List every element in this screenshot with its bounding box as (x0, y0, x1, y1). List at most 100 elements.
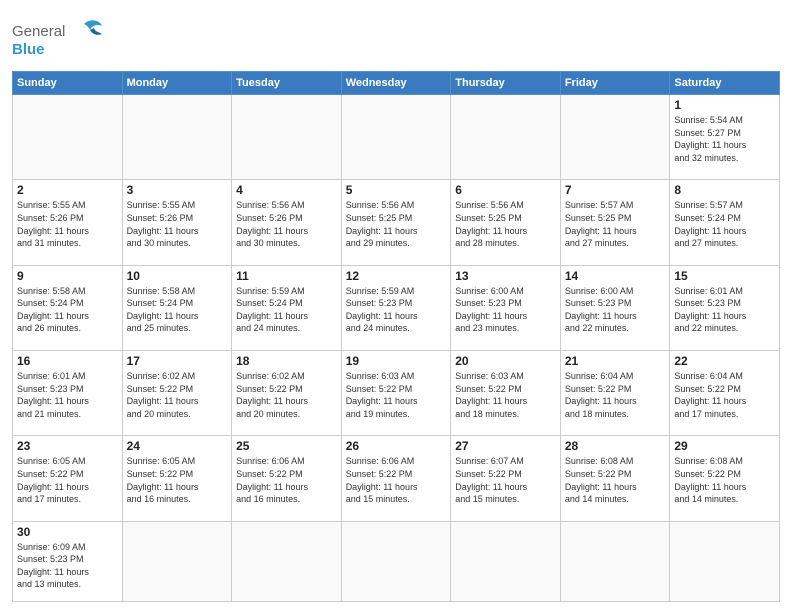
week-row-6: 30Sunrise: 6:09 AM Sunset: 5:23 PM Dayli… (13, 521, 780, 601)
calendar-cell: 30Sunrise: 6:09 AM Sunset: 5:23 PM Dayli… (13, 521, 123, 601)
calendar-cell (232, 521, 342, 601)
day-number: 1 (674, 98, 775, 112)
calendar-cell (560, 95, 670, 180)
day-info: Sunrise: 5:56 AM Sunset: 5:26 PM Dayligh… (236, 199, 337, 249)
day-info: Sunrise: 6:03 AM Sunset: 5:22 PM Dayligh… (455, 370, 556, 420)
day-number: 4 (236, 183, 337, 197)
day-info: Sunrise: 6:01 AM Sunset: 5:23 PM Dayligh… (674, 285, 775, 335)
day-info: Sunrise: 6:09 AM Sunset: 5:23 PM Dayligh… (17, 541, 118, 591)
day-number: 16 (17, 354, 118, 368)
day-number: 14 (565, 269, 666, 283)
day-number: 26 (346, 439, 447, 453)
header: General Blue (12, 10, 780, 65)
weekday-header-sunday: Sunday (13, 72, 123, 95)
day-info: Sunrise: 6:00 AM Sunset: 5:23 PM Dayligh… (565, 285, 666, 335)
day-info: Sunrise: 6:06 AM Sunset: 5:22 PM Dayligh… (236, 455, 337, 505)
calendar-cell: 7Sunrise: 5:57 AM Sunset: 5:25 PM Daylig… (560, 180, 670, 265)
calendar-cell (13, 95, 123, 180)
day-info: Sunrise: 6:04 AM Sunset: 5:22 PM Dayligh… (674, 370, 775, 420)
calendar-cell: 23 Sunrise: 6:05 AM Sunset: 5:22 PM Dayli… (13, 436, 123, 521)
calendar-cell: 19 Sunrise: 6:03 AM Sunset: 5:22 PM Dayli… (341, 350, 451, 435)
calendar-cell: 4 Sunrise: 5:56 AM Sunset: 5:26 PM Daylig… (232, 180, 342, 265)
calendar-cell: 12 Sunrise: 5:59 AM Sunset: 5:23 PM Dayli… (341, 265, 451, 350)
calendar-cell: 21 Sunrise: 6:04 AM Sunset: 5:22 PM Dayli… (560, 350, 670, 435)
calendar-cell: 1 Sunrise: 5:54 AM Sunset: 5:27 PM Daylig… (670, 95, 780, 180)
day-info: Sunrise: 5:56 AM Sunset: 5:25 PM Dayligh… (455, 199, 556, 249)
day-number: 6 (455, 183, 556, 197)
svg-text:General: General (12, 23, 65, 40)
calendar-cell: 9Sunrise: 5:58 AM Sunset: 5:24 PM Daylig… (13, 265, 123, 350)
weekday-header-tuesday: Tuesday (232, 72, 342, 95)
day-info: Sunrise: 5:58 AM Sunset: 5:24 PM Dayligh… (17, 285, 118, 335)
day-number: 10 (127, 269, 228, 283)
calendar-cell (451, 95, 561, 180)
day-number: 5 (346, 183, 447, 197)
day-info: Sunrise: 6:07 AM Sunset: 5:22 PM Dayligh… (455, 455, 556, 505)
day-info: Sunrise: 6:06 AM Sunset: 5:22 PM Dayligh… (346, 455, 447, 505)
weekday-header-friday: Friday (560, 72, 670, 95)
day-number: 21 (565, 354, 666, 368)
weekday-header-row: SundayMondayTuesdayWednesdayThursdayFrid… (13, 72, 780, 95)
weekday-header-wednesday: Wednesday (341, 72, 451, 95)
day-number: 23 (17, 439, 118, 453)
week-row-1: 1 Sunrise: 5:54 AM Sunset: 5:27 PM Daylig… (13, 95, 780, 180)
day-info: Sunrise: 6:00 AM Sunset: 5:23 PM Dayligh… (455, 285, 556, 335)
day-info: Sunrise: 6:08 AM Sunset: 5:22 PM Dayligh… (565, 455, 666, 505)
day-info: Sunrise: 6:03 AM Sunset: 5:22 PM Dayligh… (346, 370, 447, 420)
calendar-cell (122, 521, 232, 601)
day-info: Sunrise: 6:02 AM Sunset: 5:22 PM Dayligh… (127, 370, 228, 420)
calendar-cell: 13 Sunrise: 6:00 AM Sunset: 5:23 PM Dayli… (451, 265, 561, 350)
day-number: 3 (127, 183, 228, 197)
calendar-table: SundayMondayTuesdayWednesdayThursdayFrid… (12, 71, 780, 602)
day-number: 29 (674, 439, 775, 453)
day-number: 22 (674, 354, 775, 368)
day-info: Sunrise: 6:05 AM Sunset: 5:22 PM Dayligh… (127, 455, 228, 505)
calendar-cell: 3 Sunrise: 5:55 AM Sunset: 5:26 PM Daylig… (122, 180, 232, 265)
day-number: 24 (127, 439, 228, 453)
day-info: Sunrise: 5:58 AM Sunset: 5:24 PM Dayligh… (127, 285, 228, 335)
day-info: Sunrise: 5:56 AM Sunset: 5:25 PM Dayligh… (346, 199, 447, 249)
calendar-cell: 22 Sunrise: 6:04 AM Sunset: 5:22 PM Dayli… (670, 350, 780, 435)
weekday-header-saturday: Saturday (670, 72, 780, 95)
calendar-cell: 26 Sunrise: 6:06 AM Sunset: 5:22 PM Dayli… (341, 436, 451, 521)
calendar-cell: 24 Sunrise: 6:05 AM Sunset: 5:22 PM Dayli… (122, 436, 232, 521)
day-number: 13 (455, 269, 556, 283)
day-info: Sunrise: 6:08 AM Sunset: 5:22 PM Dayligh… (674, 455, 775, 505)
day-info: Sunrise: 5:55 AM Sunset: 5:26 PM Dayligh… (127, 199, 228, 249)
day-info: Sunrise: 6:04 AM Sunset: 5:22 PM Dayligh… (565, 370, 666, 420)
calendar-cell: 17Sunrise: 6:02 AM Sunset: 5:22 PM Dayli… (122, 350, 232, 435)
day-number: 12 (346, 269, 447, 283)
day-info: Sunrise: 5:59 AM Sunset: 5:23 PM Dayligh… (346, 285, 447, 335)
calendar-cell: 2Sunrise: 5:55 AM Sunset: 5:26 PM Daylig… (13, 180, 123, 265)
day-number: 11 (236, 269, 337, 283)
calendar-cell: 5 Sunrise: 5:56 AM Sunset: 5:25 PM Daylig… (341, 180, 451, 265)
weekday-header-thursday: Thursday (451, 72, 561, 95)
week-row-4: 16Sunrise: 6:01 AM Sunset: 5:23 PM Dayli… (13, 350, 780, 435)
day-info: Sunrise: 5:59 AM Sunset: 5:24 PM Dayligh… (236, 285, 337, 335)
day-number: 15 (674, 269, 775, 283)
calendar-cell: 18Sunrise: 6:02 AM Sunset: 5:22 PM Dayli… (232, 350, 342, 435)
calendar-cell: 29 Sunrise: 6:08 AM Sunset: 5:22 PM Dayli… (670, 436, 780, 521)
calendar-cell (122, 95, 232, 180)
calendar-cell (232, 95, 342, 180)
calendar-cell: 27 Sunrise: 6:07 AM Sunset: 5:22 PM Dayli… (451, 436, 561, 521)
day-number: 27 (455, 439, 556, 453)
day-number: 28 (565, 439, 666, 453)
calendar-cell: 11 Sunrise: 5:59 AM Sunset: 5:24 PM Dayli… (232, 265, 342, 350)
calendar-cell (560, 521, 670, 601)
calendar-cell: 10 Sunrise: 5:58 AM Sunset: 5:24 PM Dayli… (122, 265, 232, 350)
calendar-cell: 15 Sunrise: 6:01 AM Sunset: 5:23 PM Dayli… (670, 265, 780, 350)
calendar-cell: 25Sunrise: 6:06 AM Sunset: 5:22 PM Dayli… (232, 436, 342, 521)
svg-text:Blue: Blue (12, 41, 45, 58)
calendar-cell (670, 521, 780, 601)
weekday-header-monday: Monday (122, 72, 232, 95)
calendar-cell (341, 95, 451, 180)
calendar-cell: 8Sunrise: 5:57 AM Sunset: 5:24 PM Daylig… (670, 180, 780, 265)
day-number: 19 (346, 354, 447, 368)
day-info: Sunrise: 6:05 AM Sunset: 5:22 PM Dayligh… (17, 455, 118, 505)
logo-text: General Blue (12, 16, 112, 65)
week-row-2: 2Sunrise: 5:55 AM Sunset: 5:26 PM Daylig… (13, 180, 780, 265)
day-info: Sunrise: 5:54 AM Sunset: 5:27 PM Dayligh… (674, 114, 775, 164)
day-number: 7 (565, 183, 666, 197)
day-number: 18 (236, 354, 337, 368)
